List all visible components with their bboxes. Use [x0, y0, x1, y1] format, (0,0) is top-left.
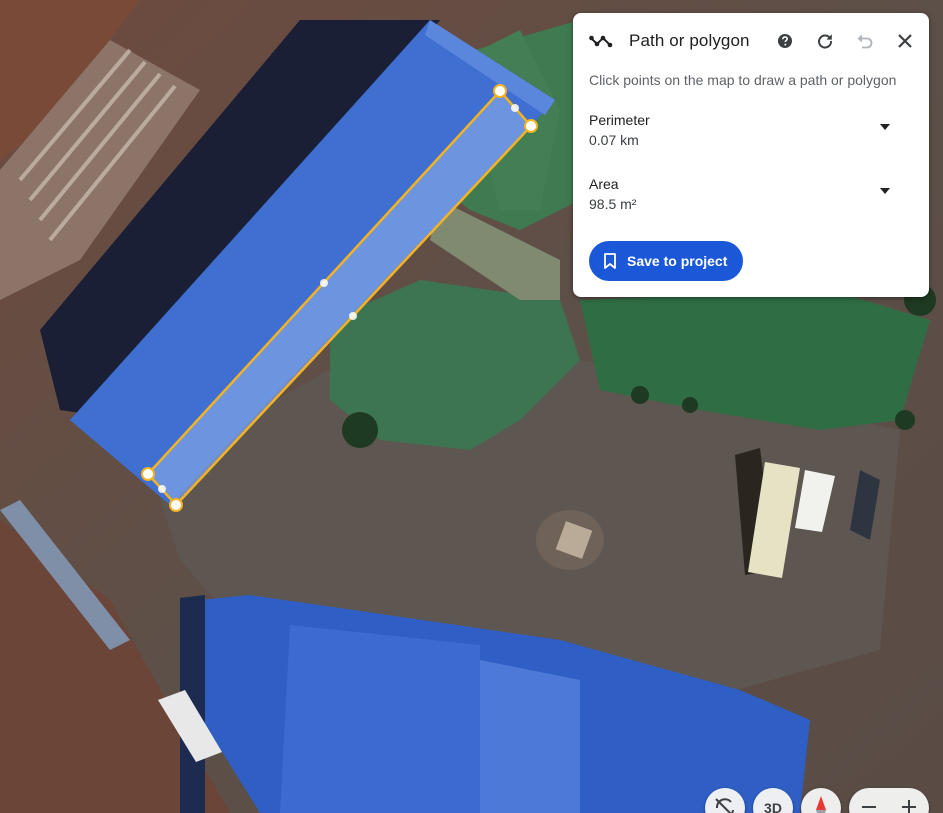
undo-icon [857, 34, 873, 49]
redo-icon [818, 34, 833, 49]
zoom-out-button[interactable] [849, 788, 889, 813]
area-dropdown-icon[interactable] [877, 183, 893, 199]
save-to-project-button[interactable]: Save to project [589, 241, 743, 281]
panel-title: Path or polygon [629, 31, 750, 50]
polygon-vertex [524, 119, 538, 133]
zoom-controls [849, 788, 929, 813]
polygon-midpoint [320, 279, 328, 287]
polygon-midpoint [158, 485, 166, 493]
perimeter-row[interactable]: Perimeter 0.07 km [589, 111, 913, 155]
help-button[interactable] [773, 29, 797, 53]
area-label: Area [589, 176, 619, 192]
compass-button[interactable] [801, 788, 841, 813]
path-polygon-icon [589, 35, 613, 48]
polygon-midpoint [511, 104, 519, 112]
plus-icon [902, 800, 916, 813]
close-icon [898, 34, 912, 48]
area-row[interactable]: Area 98.5 m² [589, 175, 913, 219]
redo-button[interactable] [813, 29, 837, 53]
rotate-map-icon [715, 798, 734, 813]
measure-panel: Path or polygon Click points on the map … [573, 13, 929, 297]
compass-icon [816, 796, 826, 813]
instructions-text: Click points on the map to draw a path o… [589, 72, 897, 88]
zoom-in-button[interactable] [889, 788, 929, 813]
minus-icon [862, 806, 876, 808]
polygon-vertex [493, 84, 507, 98]
save-to-project-label: Save to project [627, 253, 728, 269]
perimeter-value: 0.07 km [589, 132, 639, 148]
panel-header: Path or polygon [573, 13, 929, 69]
polygon-vertex [169, 498, 183, 512]
polygon-midpoint [349, 312, 357, 320]
help-icon [778, 34, 792, 48]
area-value: 98.5 m² [589, 196, 637, 212]
bookmark-icon [604, 253, 616, 269]
undo-button[interactable] [853, 29, 877, 53]
close-button[interactable] [893, 29, 917, 53]
toggle-3d-label: 3D [764, 800, 782, 813]
perimeter-label: Perimeter [589, 112, 650, 128]
rotate-map-button[interactable] [705, 788, 745, 813]
perimeter-dropdown-icon[interactable] [877, 119, 893, 135]
polygon-vertex [141, 467, 155, 481]
